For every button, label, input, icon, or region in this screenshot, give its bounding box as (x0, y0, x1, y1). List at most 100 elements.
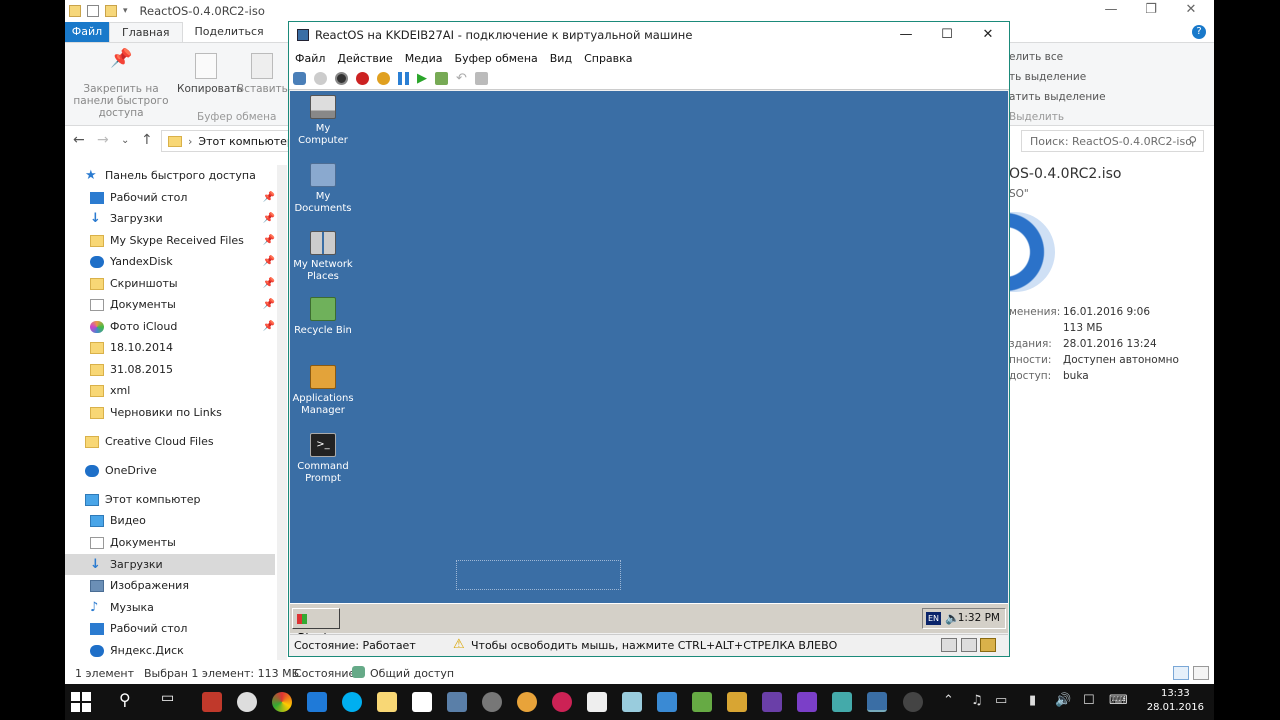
chrome-icon[interactable] (272, 692, 292, 712)
control-panel-icon[interactable] (447, 692, 467, 712)
forward-arrow-icon[interactable]: → (97, 132, 109, 148)
desktop-shortcut[interactable]: Applications Manager (290, 365, 356, 417)
monitor-tray-icon[interactable]: ▭ (995, 693, 1007, 708)
system-clock[interactable]: 13:33 28.01.2016 (1147, 687, 1204, 715)
pin-icon[interactable]: 📌 (263, 321, 275, 332)
itunes-tray-icon[interactable]: ♫ (971, 693, 983, 708)
app-grid-icon[interactable] (202, 692, 222, 712)
close-button[interactable]: ✕ (1171, 0, 1211, 22)
reactos-desktop[interactable]: My Computer My Documents My Network Places… (290, 91, 1008, 603)
reactos-start-button[interactable]: Start (292, 608, 340, 644)
nav-item[interactable]: ↓ Загрузки (65, 554, 275, 575)
vm-minimize-button[interactable]: — (885, 22, 927, 48)
store-icon[interactable] (412, 692, 432, 712)
nav-item[interactable]: Изображения (65, 575, 275, 596)
pin-icon[interactable]: 📌 (263, 192, 275, 203)
desktop-shortcut[interactable]: Recycle Bin (290, 297, 356, 337)
tray-expand-icon[interactable]: ⌃ (943, 693, 954, 708)
vm-menu-item[interactable]: Справка (584, 52, 632, 65)
large-icons-view-icon[interactable] (1193, 666, 1209, 680)
file-explorer-icon[interactable] (377, 692, 397, 712)
desktop-shortcut[interactable]: My Network Places (290, 231, 356, 283)
language-indicator[interactable]: EN (926, 612, 941, 625)
tab-share[interactable]: Поделиться (183, 22, 276, 42)
nav-item[interactable]: ♪ Музыка (65, 597, 275, 618)
up-arrow-icon[interactable]: ↑ (141, 132, 153, 148)
pin-icon[interactable]: 📌 (263, 256, 275, 267)
copy-button[interactable]: Копировать (177, 53, 243, 95)
settings-app-icon[interactable] (482, 692, 502, 712)
nav-item[interactable]: OneDrive (65, 460, 275, 481)
nav-item[interactable]: Creative Cloud Files (65, 431, 275, 452)
save-state-icon[interactable] (377, 72, 390, 85)
breadcrumb[interactable]: Этот компьютер (198, 135, 294, 148)
visual-studio-2-icon[interactable] (797, 692, 817, 712)
nav-item[interactable]: Скриншоты 📌 (65, 273, 275, 294)
nav-item[interactable]: xml (65, 380, 275, 401)
ctrl-alt-del-icon[interactable] (293, 72, 306, 85)
search-input[interactable]: Поиск: ReactOS-0.4.0RC2-iso ⚲ (1021, 130, 1204, 152)
desktop-shortcut[interactable]: My Computer (290, 95, 356, 147)
vm-menu-item[interactable]: Файл (295, 52, 325, 65)
nav-item[interactable]: Рабочий стол 📌 (65, 187, 275, 208)
pin-icon[interactable]: 📌 (263, 235, 275, 246)
restore-button[interactable]: ❐ (1131, 0, 1171, 22)
new-folder-icon[interactable] (105, 5, 117, 17)
pin-icon[interactable]: 📌 (263, 213, 275, 224)
battery-icon[interactable]: ▮ (1029, 693, 1036, 708)
vm-menu-item[interactable]: Буфер обмена (455, 52, 538, 65)
task-view-icon[interactable]: ▭ (161, 690, 174, 706)
nav-item[interactable]: Яндекс.Диск (65, 640, 275, 661)
select-all-button[interactable]: елить все (1009, 51, 1063, 63)
nav-item[interactable]: 18.10.2014 (65, 337, 275, 358)
shutdown-icon[interactable] (356, 72, 369, 85)
vm-maximize-button[interactable]: ☐ (926, 22, 968, 48)
vm-menu-item[interactable]: Вид (550, 52, 572, 65)
pin-quick-access-button[interactable]: 📌 Закрепить на панели быстрого доступа (69, 50, 173, 120)
checkpoint-icon[interactable] (435, 72, 448, 85)
nav-item[interactable]: Рабочий стол (65, 618, 275, 639)
nav-item[interactable]: YandexDisk 📌 (65, 251, 275, 272)
nav-item[interactable]: 31.08.2015 (65, 359, 275, 380)
back-arrow-icon[interactable]: ← (73, 132, 85, 148)
calculator-icon[interactable] (587, 692, 607, 712)
tab-home[interactable]: Главная (109, 22, 183, 42)
enhanced-session-icon[interactable] (474, 72, 488, 85)
address-bar[interactable]: › Этот компьютер (161, 130, 301, 152)
nav-item[interactable]: Документы (65, 532, 275, 553)
start-vm-icon[interactable] (314, 72, 327, 85)
hyperv-manager-icon[interactable] (832, 692, 852, 712)
customize-qat-icon[interactable]: ▾ (123, 6, 128, 16)
notepad-plus-icon[interactable] (692, 692, 712, 712)
pin-icon[interactable]: 📌 (263, 299, 275, 310)
keyboard-tray-icon[interactable]: ⌨ (1109, 693, 1128, 708)
help-icon[interactable]: ? (1192, 25, 1206, 39)
phone-app-icon[interactable] (657, 692, 677, 712)
vm-menu-item[interactable]: Действие (337, 52, 392, 65)
notes-icon[interactable] (622, 692, 642, 712)
nav-item[interactable]: My Skype Received Files 📌 (65, 230, 275, 251)
visual-studio-icon[interactable] (762, 692, 782, 712)
vm-connect-taskbar-icon[interactable] (867, 692, 887, 712)
select-none-button[interactable]: ть выделение (1009, 71, 1086, 83)
pin-icon[interactable]: 📌 (263, 278, 275, 289)
nav-item[interactable]: Этот компьютер (65, 489, 275, 510)
desktop-shortcut[interactable]: My Documents (290, 163, 356, 215)
resume-icon[interactable]: ▶ (417, 72, 427, 85)
tab-file[interactable]: Файл (65, 22, 109, 42)
nav-item[interactable]: Фото iCloud 📌 (65, 316, 275, 337)
vm-close-button[interactable]: ✕ (967, 22, 1009, 48)
windows-start-icon[interactable] (71, 692, 91, 712)
speaker-icon[interactable]: 🔊 (1055, 693, 1071, 708)
revert-icon[interactable]: ↶ (456, 72, 467, 85)
archive-icon[interactable] (727, 692, 747, 712)
properties-icon[interactable] (87, 5, 99, 17)
nav-item[interactable]: Видео (65, 510, 275, 531)
invert-selection-button[interactable]: атить выделение (1009, 91, 1106, 103)
avast-icon[interactable] (517, 692, 537, 712)
nav-scrollbar[interactable] (277, 165, 287, 660)
recent-chevron-icon[interactable]: ⌄ (121, 135, 129, 146)
nav-item[interactable]: ↓ Загрузки 📌 (65, 208, 275, 229)
nav-item[interactable]: Документы 📌 (65, 294, 275, 315)
network-app-icon[interactable] (552, 692, 572, 712)
